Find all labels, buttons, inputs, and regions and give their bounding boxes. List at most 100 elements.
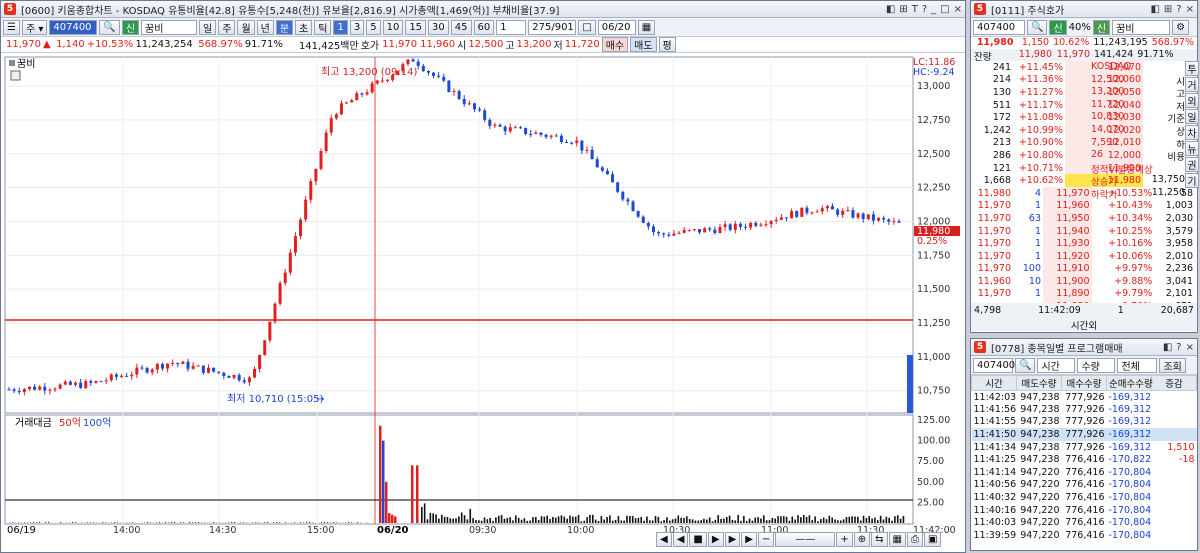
text-icon[interactable]: T: [912, 4, 918, 15]
period-week[interactable]: 주: [218, 19, 236, 35]
table-row[interactable]: 11:40:03 947,220 776,416 -170,804: [972, 516, 1197, 529]
search-icon[interactable]: 🔍: [1027, 19, 1048, 35]
bid-row[interactable]: 11,970 1 11,930 +10.16% 3,958: [971, 237, 1195, 250]
bid-row[interactable]: 11,970 100 11,910 +9.97% 2,236: [971, 262, 1195, 276]
table-row[interactable]: 11:40:16 947,220 776,416 -170,804: [972, 504, 1197, 517]
table-row[interactable]: 11:40:32 947,220 776,416 -170,804: [972, 491, 1197, 504]
query-button[interactable]: 조회: [1159, 357, 1186, 373]
menu-icon[interactable]: ☰: [3, 19, 20, 35]
table-row[interactable]: 11:41:56 947,238 777,926 -169,312: [972, 403, 1197, 416]
nav-next-icon[interactable]: ▶: [741, 532, 757, 547]
link-icon[interactable]: ◧: [1150, 4, 1159, 15]
bid-row[interactable]: 11,970 63 11,950 +10.34% 2,030: [971, 212, 1195, 225]
nav-prev-icon[interactable]: ◀: [656, 532, 672, 547]
table-row[interactable]: 11:41:50 947,238 777,926 -169,312: [971, 428, 1197, 441]
column-header[interactable]: 매수수량: [1061, 375, 1107, 391]
side-tab[interactable]: 일: [1185, 109, 1199, 124]
bid-row[interactable]: 11,970 1 11,920 +10.06% 2,010: [971, 249, 1195, 263]
side-tab[interactable]: 기: [1185, 173, 1199, 188]
help-icon[interactable]: ?: [1176, 342, 1181, 353]
column-header[interactable]: 매도수량: [1016, 375, 1062, 391]
calendar-icon[interactable]: ▦: [637, 19, 656, 35]
table-row[interactable]: 11:41:25 947,238 776,416 -170,822 -18: [972, 453, 1197, 466]
hoga-titlebar[interactable]: 5 [0111] 주식호가 ◧ ⊞ ? ×: [971, 1, 1197, 18]
qty-select[interactable]: 수량: [1077, 357, 1116, 373]
time-select[interactable]: 시간: [1037, 357, 1076, 373]
bid-row[interactable]: 11,970 1 11,940 +10.25% 3,579: [971, 224, 1195, 238]
side-tab[interactable]: 거: [1185, 77, 1199, 92]
column-header[interactable]: 증감: [1151, 375, 1197, 391]
grid-icon[interactable]: ⊞: [899, 4, 907, 15]
period-month[interactable]: 월: [237, 19, 255, 35]
stock-name-field[interactable]: 꿈비: [141, 19, 198, 35]
minute-5[interactable]: 5: [366, 19, 381, 35]
grid-icon[interactable]: ⊞: [1164, 4, 1172, 15]
bid-row[interactable]: 11,960 10 11,900 +9.88% 3,041: [971, 275, 1195, 288]
program-titlebar[interactable]: 5 [0778] 종목일별 프로그램매매 ◧ ? ×: [971, 339, 1197, 356]
settings-icon[interactable]: ⚙: [1172, 19, 1190, 35]
minute-3[interactable]: 3: [349, 19, 365, 35]
period-day[interactable]: 일: [199, 19, 217, 35]
minute-1[interactable]: 1: [333, 19, 348, 35]
close-icon[interactable]: ×: [1186, 342, 1194, 353]
chart-titlebar[interactable]: 5 [0600] 키움종합차트 - KOSDAQ 유통비율[42.8] 유통수[…: [1, 1, 965, 18]
minimize-icon[interactable]: _: [931, 4, 936, 15]
search-icon[interactable]: 🔍: [99, 19, 120, 35]
side-tab[interactable]: 투: [1185, 61, 1199, 76]
crosshair-icon[interactable]: ⊕: [853, 532, 871, 547]
price-chart[interactable]: 13,00012,75012,50012,25012,00011,75011,5…: [1, 55, 965, 553]
period-minute[interactable]: 분: [275, 19, 294, 35]
stock-code-input[interactable]: 407400: [973, 357, 1015, 373]
nav-stop-icon[interactable]: ■: [689, 532, 707, 547]
grid-toggle-icon[interactable]: ▦: [888, 532, 906, 547]
nav-play-icon[interactable]: ▶: [707, 532, 724, 547]
stock-code-input[interactable]: 407400: [49, 19, 98, 35]
minute-30[interactable]: 30: [428, 19, 449, 35]
date-checkbox[interactable]: □: [578, 19, 596, 35]
avg-button[interactable]: 평: [658, 37, 676, 52]
zoom-in-icon[interactable]: +: [836, 532, 853, 547]
buy-button[interactable]: 매수: [601, 37, 629, 52]
link-icon[interactable]: ◧: [886, 4, 895, 15]
column-header[interactable]: 순매수수량: [1106, 375, 1153, 391]
help-icon[interactable]: ?: [922, 4, 927, 15]
step-select[interactable]: 1: [496, 19, 527, 35]
save-icon[interactable]: ▣: [923, 532, 942, 547]
maximize-icon[interactable]: □: [940, 4, 949, 15]
minute-60[interactable]: 60: [473, 19, 495, 35]
print-icon[interactable]: ⎙: [906, 532, 923, 547]
minute-15[interactable]: 15: [405, 19, 427, 35]
date-field[interactable]: 06/20: [597, 19, 636, 35]
zoom-slider[interactable]: ——: [775, 532, 836, 547]
table-row[interactable]: 11:39:59 947,220 776,416 -170,804: [972, 529, 1197, 542]
bid-row[interactable]: 11,970 1 11,960 +10.43% 1,003: [971, 199, 1195, 213]
count-field[interactable]: 275/901: [528, 19, 577, 35]
column-header[interactable]: 시간: [971, 375, 1017, 391]
stock-name-field[interactable]: 꿈비: [1112, 19, 1171, 35]
link-icon[interactable]: ◧: [1163, 342, 1172, 353]
zoom-out-icon[interactable]: −: [757, 532, 775, 547]
scope-select[interactable]: 전체: [1117, 357, 1158, 373]
stock-code-input[interactable]: 407400: [973, 19, 1025, 35]
settings-icon[interactable]: [10, 70, 21, 81]
sell-button[interactable]: 매도: [630, 37, 657, 52]
table-row[interactable]: 11:41:14 947,220 776,416 -170,804: [972, 466, 1197, 479]
table-row[interactable]: 11:41:34 947,238 777,926 -169,312 1,510: [972, 441, 1197, 454]
close-icon[interactable]: ×: [1186, 4, 1194, 15]
table-row[interactable]: 11:41:55 947,238 777,926 -169,312: [972, 416, 1197, 429]
help-icon[interactable]: ?: [1176, 4, 1181, 15]
table-row[interactable]: 11:42:03 947,238 777,926 -169,312: [972, 391, 1197, 404]
compare-icon[interactable]: ⇆: [871, 532, 888, 547]
period-tick[interactable]: 틱: [314, 19, 332, 35]
search-icon[interactable]: 🔍: [1015, 357, 1036, 373]
stock-type-select[interactable]: 주 ▾: [21, 19, 48, 35]
nav-forward-icon[interactable]: ▶: [724, 532, 741, 547]
close-icon[interactable]: ×: [954, 4, 962, 15]
minute-45[interactable]: 45: [450, 19, 472, 35]
period-second[interactable]: 초: [295, 19, 313, 35]
side-tab[interactable]: 뉴: [1185, 141, 1199, 156]
nav-back-icon[interactable]: ◀: [672, 532, 689, 547]
side-tab[interactable]: 권: [1185, 157, 1199, 172]
period-year[interactable]: 년: [256, 19, 274, 35]
table-row[interactable]: 11:40:56 947,220 776,416 -170,804: [972, 479, 1197, 492]
